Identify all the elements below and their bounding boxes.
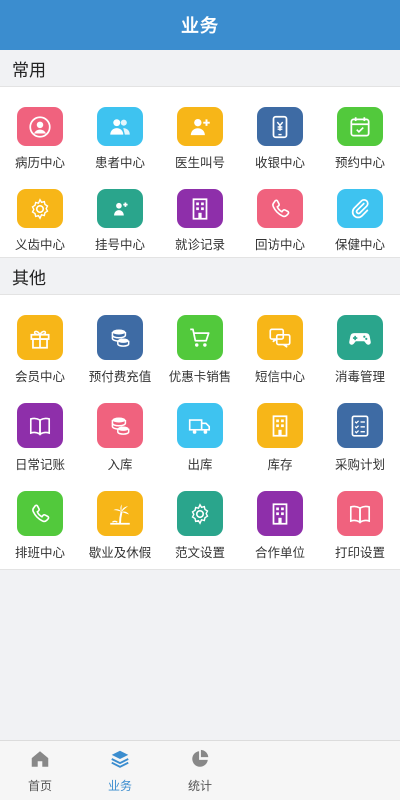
tile-label: 优惠卡销售 (168, 369, 232, 384)
palm-icon (97, 491, 143, 536)
person-plus-icon (177, 107, 223, 146)
bottom-tab-bar: 首页 业务 统计 (0, 740, 400, 800)
tile-other-5[interactable]: 日常记账 (0, 385, 80, 473)
tab-label: 业务 (107, 778, 132, 793)
other-grid: 会员中心 预付费充值 优惠卡销售 短信中心 消毒管理日常记账 入库 出库 库存 采购计划排班中心… (0, 297, 400, 561)
tile-other-3[interactable]: 短信中心 (240, 297, 320, 385)
gamepad-icon (337, 315, 383, 360)
tile-label: 预付费充值 (88, 369, 152, 384)
section-title-other-label: 其他 (12, 268, 46, 289)
tile-common-8[interactable]: 回访中心 (240, 171, 320, 253)
tile-other-7[interactable]: 出库 (160, 385, 240, 473)
tile-other-8[interactable]: 库存 (240, 385, 320, 473)
tile-common-7[interactable]: 就诊记录 (160, 171, 240, 253)
gift-icon (17, 315, 63, 360)
tile-label: 挂号中心 (94, 237, 145, 252)
tile-label: 回访中心 (254, 237, 305, 252)
tile-label: 预约中心 (334, 155, 385, 170)
coins-icon (97, 403, 143, 448)
gear-icon (177, 491, 223, 536)
tile-label: 范文设置 (174, 545, 225, 560)
tile-label: 病历中心 (14, 155, 65, 170)
building-icon (177, 189, 223, 228)
tile-label: 就诊记录 (174, 237, 225, 252)
tile-label: 保健中心 (334, 237, 385, 252)
tile-label: 歇业及休假 (88, 545, 152, 560)
tile-common-4[interactable]: 预约中心 (320, 89, 400, 171)
tile-label: 排班中心 (14, 545, 65, 560)
book-icon (17, 403, 63, 448)
paperclip-icon (337, 189, 383, 228)
phone-icon (17, 491, 63, 536)
tile-label: 合作单位 (254, 545, 305, 560)
phone-icon (257, 189, 303, 228)
tile-common-9[interactable]: 保健中心 (320, 171, 400, 253)
person-plus-small-icon (97, 189, 143, 228)
home-icon (29, 748, 51, 774)
truck-icon (177, 403, 223, 448)
tile-label: 采购计划 (334, 457, 385, 472)
tile-label: 库存 (267, 457, 293, 472)
tile-label: 医生叫号 (174, 155, 225, 170)
tile-common-2[interactable]: 医生叫号 (160, 89, 240, 171)
tab-layers[interactable]: 业务 (80, 741, 160, 800)
coins-icon (97, 315, 143, 360)
checklist-icon (337, 403, 383, 448)
section-title-common-label: 常用 (12, 60, 46, 81)
building-icon (257, 491, 303, 536)
chat-icon (257, 315, 303, 360)
tile-common-5[interactable]: 义齿中心 (0, 171, 80, 253)
book-icon (337, 491, 383, 536)
common-grid: 病历中心 患者中心 医生叫号 收银中心 预约中心义齿中心 挂号中心 就诊记录 回访中心 保健中心 (0, 89, 400, 253)
tile-label: 打印设置 (334, 545, 385, 560)
phone-yen-icon (257, 107, 303, 146)
other-panel: 会员中心 预付费充值 优惠卡销售 短信中心 消毒管理日常记账 入库 出库 库存 采购计划排班中心… (0, 294, 400, 570)
section-title-common: 常用 (0, 50, 400, 86)
app-header: 业务 (0, 0, 400, 50)
tile-common-3[interactable]: 收银中心 (240, 89, 320, 171)
tile-other-10[interactable]: 排班中心 (0, 473, 80, 561)
tile-label: 患者中心 (94, 155, 145, 170)
tab-pie-chart[interactable]: 统计 (160, 741, 240, 800)
tile-label: 收银中心 (254, 155, 305, 170)
tab-label: 统计 (187, 778, 212, 793)
person-circle-icon (17, 107, 63, 146)
tile-other-12[interactable]: 范文设置 (160, 473, 240, 561)
tile-common-6[interactable]: 挂号中心 (80, 171, 160, 253)
page-title: 业务 (181, 16, 219, 37)
tab-home[interactable]: 首页 (0, 741, 80, 800)
calendar-icon (337, 107, 383, 146)
tile-common-1[interactable]: 患者中心 (80, 89, 160, 171)
users-icon (97, 107, 143, 146)
tile-other-0[interactable]: 会员中心 (0, 297, 80, 385)
tab-label: 首页 (27, 778, 52, 793)
building-icon (257, 403, 303, 448)
tile-label: 消毒管理 (334, 369, 385, 384)
tile-label: 义齿中心 (14, 237, 65, 252)
layers-icon (109, 748, 131, 774)
tile-other-4[interactable]: 消毒管理 (320, 297, 400, 385)
tile-other-9[interactable]: 采购计划 (320, 385, 400, 473)
common-panel: 病历中心 患者中心 医生叫号 收银中心 预约中心义齿中心 挂号中心 就诊记录 回访中心 保健中心 (0, 86, 400, 258)
tile-label: 入库 (107, 457, 133, 472)
tile-label: 会员中心 (14, 369, 65, 384)
gear-icon (17, 189, 63, 228)
tile-label: 短信中心 (254, 369, 305, 384)
tile-common-0[interactable]: 病历中心 (0, 89, 80, 171)
cart-icon (177, 315, 223, 360)
tile-label: 出库 (187, 457, 213, 472)
tile-label: 日常记账 (14, 457, 65, 472)
section-title-other: 其他 (0, 258, 400, 294)
tile-other-14[interactable]: 打印设置 (320, 473, 400, 561)
pie-chart-icon (189, 748, 211, 774)
tile-other-2[interactable]: 优惠卡销售 (160, 297, 240, 385)
tile-other-1[interactable]: 预付费充值 (80, 297, 160, 385)
tile-other-13[interactable]: 合作单位 (240, 473, 320, 561)
tile-other-6[interactable]: 入库 (80, 385, 160, 473)
tile-other-11[interactable]: 歇业及休假 (80, 473, 160, 561)
